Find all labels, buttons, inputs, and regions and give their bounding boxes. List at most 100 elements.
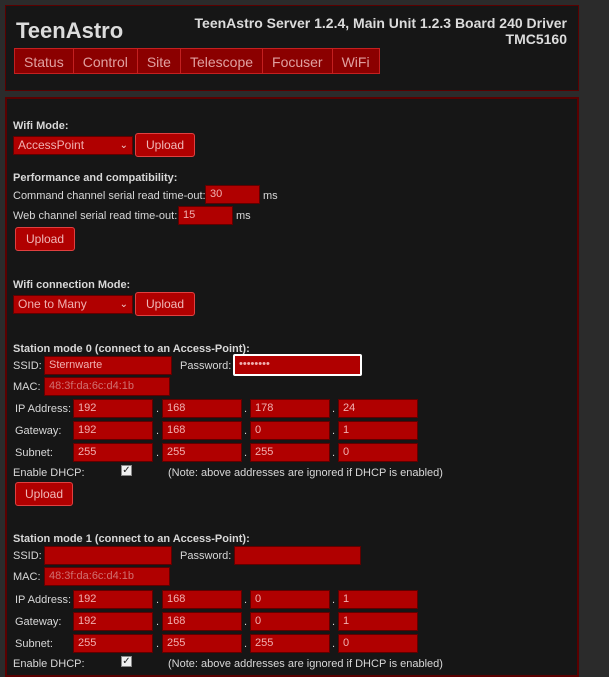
station0-gw-octet3[interactable]: 0 xyxy=(250,421,330,440)
station1-subnet-octet1[interactable]: 255 xyxy=(73,634,153,653)
station1-mac-field: 48:3f:da:6c:d4:1b xyxy=(44,567,170,586)
station0-dhcp-label: Enable DHCP: xyxy=(13,467,85,479)
cmd-timeout-label: Command channel serial read time-out: xyxy=(13,190,206,202)
wifi-mode-label: Wifi Mode: xyxy=(13,120,69,132)
station1-password-input[interactable] xyxy=(234,546,361,565)
octet-separator: . xyxy=(332,616,336,628)
station0-subnet-octet4[interactable]: 0 xyxy=(338,443,418,462)
station0-dhcp-note: (Note: above addresses are ignored if DH… xyxy=(168,467,443,479)
octet-separator: . xyxy=(332,425,336,437)
octet-separator: . xyxy=(244,594,248,606)
octet-separator: . xyxy=(156,447,160,459)
cmd-timeout-unit: ms xyxy=(263,190,278,202)
nav-tabs: Status Control Site Telescope Focuser Wi… xyxy=(14,48,380,74)
station0-mac-field: 48:3f:da:6c:d4:1b xyxy=(44,377,170,396)
wifi-settings-panel: Wifi Mode: AccessPoint ⌄ Upload Performa… xyxy=(5,97,579,677)
station0-gw-octet2[interactable]: 168 xyxy=(162,421,242,440)
tab-wifi[interactable]: WiFi xyxy=(331,48,380,74)
station1-ssid-label: SSID: xyxy=(13,550,42,562)
performance-upload-button[interactable]: Upload xyxy=(15,227,75,251)
station1-dhcp-checkbox[interactable]: ✓ xyxy=(121,656,132,667)
station0-subnet-octet2[interactable]: 255 xyxy=(162,443,242,462)
station0-ip-octet2[interactable]: 168 xyxy=(162,399,242,418)
header: TeenAstro TeenAstro Server 1.2.4, Main U… xyxy=(5,5,579,91)
station0-password-input[interactable]: •••••••• xyxy=(233,354,362,376)
octet-separator: . xyxy=(244,638,248,650)
web-timeout-input[interactable]: 15 xyxy=(178,206,233,225)
station0-password-label: Password: xyxy=(180,360,232,372)
tab-site[interactable]: Site xyxy=(136,48,181,74)
wifi-conn-value: One to Many xyxy=(18,297,87,311)
station1-subnet-octet2[interactable]: 255 xyxy=(162,634,242,653)
station1-subnet-octet4[interactable]: 0 xyxy=(338,634,418,653)
station1-gw-octet3[interactable]: 0 xyxy=(250,612,330,631)
wifi-mode-upload-button[interactable]: Upload xyxy=(135,133,195,157)
octet-separator: . xyxy=(156,616,160,628)
station0-ssid-input[interactable]: Sternwarte xyxy=(44,356,172,375)
octet-separator: . xyxy=(332,447,336,459)
wifi-conn-label: Wifi connection Mode: xyxy=(13,279,131,291)
octet-separator: . xyxy=(332,638,336,650)
station0-dhcp-checkbox[interactable]: ✓ xyxy=(121,465,132,476)
station1-dhcp-label: Enable DHCP: xyxy=(13,658,85,670)
station0-gw-octet4[interactable]: 1 xyxy=(338,421,418,440)
version-line1: TeenAstro Server 1.2.4, Main Unit 1.2.3 … xyxy=(194,15,567,31)
station1-title: Station mode 1 (connect to an Access-Poi… xyxy=(13,533,250,545)
station0-ip-octet1[interactable]: 192 xyxy=(73,399,153,418)
station1-password-label: Password: xyxy=(180,550,232,562)
station1-mac-label: MAC: xyxy=(13,571,41,583)
tab-status[interactable]: Status xyxy=(14,48,74,74)
station0-mac-label: MAC: xyxy=(13,381,41,393)
station0-subnet-octet1[interactable]: 255 xyxy=(73,443,153,462)
octet-separator: . xyxy=(244,447,248,459)
octet-separator: . xyxy=(156,425,160,437)
octet-separator: . xyxy=(244,616,248,628)
station1-gw-label: Gateway: xyxy=(15,616,62,628)
brand-title: TeenAstro xyxy=(16,18,124,43)
octet-separator: . xyxy=(332,403,336,415)
station0-subnet-octet3[interactable]: 255 xyxy=(250,443,330,462)
tab-telescope[interactable]: Telescope xyxy=(179,48,264,74)
wifi-conn-upload-button[interactable]: Upload xyxy=(135,292,195,316)
station0-upload-button[interactable]: Upload xyxy=(15,482,73,506)
station1-subnet-label: Subnet: xyxy=(15,638,53,650)
station1-ip-octet1[interactable]: 192 xyxy=(73,590,153,609)
station1-ip-octet4[interactable]: 1 xyxy=(338,590,418,609)
station1-gw-octet2[interactable]: 168 xyxy=(162,612,242,631)
wifi-mode-select[interactable]: AccessPoint ⌄ xyxy=(13,136,133,155)
wifi-mode-value: AccessPoint xyxy=(18,138,85,152)
performance-title: Performance and compatibility: xyxy=(13,172,178,184)
version-line2: TMC5160 xyxy=(505,31,567,47)
station0-gw-octet1[interactable]: 192 xyxy=(73,421,153,440)
station1-dhcp-note: (Note: above addresses are ignored if DH… xyxy=(168,658,443,670)
station1-ssid-input[interactable] xyxy=(44,546,172,565)
wifi-conn-select[interactable]: One to Many ⌄ xyxy=(13,295,133,314)
web-timeout-unit: ms xyxy=(236,210,251,222)
tab-focuser[interactable]: Focuser xyxy=(262,48,333,74)
station1-ip-octet2[interactable]: 168 xyxy=(162,590,242,609)
chevron-down-icon: ⌄ xyxy=(119,299,128,310)
station1-ip-label: IP Address: xyxy=(15,594,72,606)
station0-subnet-label: Subnet: xyxy=(15,447,53,459)
version-info: TeenAstro Server 1.2.4, Main Unit 1.2.3 … xyxy=(167,15,567,47)
octet-separator: . xyxy=(244,403,248,415)
station0-gw-label: Gateway: xyxy=(15,425,62,437)
station1-ip-octet3[interactable]: 0 xyxy=(250,590,330,609)
station0-ip-octet3[interactable]: 178 xyxy=(250,399,330,418)
chevron-down-icon: ⌄ xyxy=(119,140,128,151)
station0-ssid-label: SSID: xyxy=(13,360,42,372)
station0-title: Station mode 0 (connect to an Access-Poi… xyxy=(13,343,250,355)
station1-subnet-octet3[interactable]: 255 xyxy=(250,634,330,653)
octet-separator: . xyxy=(156,403,160,415)
station0-ip-label: IP Address: xyxy=(15,403,72,415)
web-timeout-label: Web channel serial read time-out: xyxy=(13,210,178,222)
octet-separator: . xyxy=(156,594,160,606)
station0-ip-octet4[interactable]: 24 xyxy=(338,399,418,418)
octet-separator: . xyxy=(332,594,336,606)
octet-separator: . xyxy=(156,638,160,650)
cmd-timeout-input[interactable]: 30 xyxy=(205,185,260,204)
octet-separator: . xyxy=(244,425,248,437)
station1-gw-octet4[interactable]: 1 xyxy=(338,612,418,631)
station1-gw-octet1[interactable]: 192 xyxy=(73,612,153,631)
tab-control[interactable]: Control xyxy=(72,48,138,74)
